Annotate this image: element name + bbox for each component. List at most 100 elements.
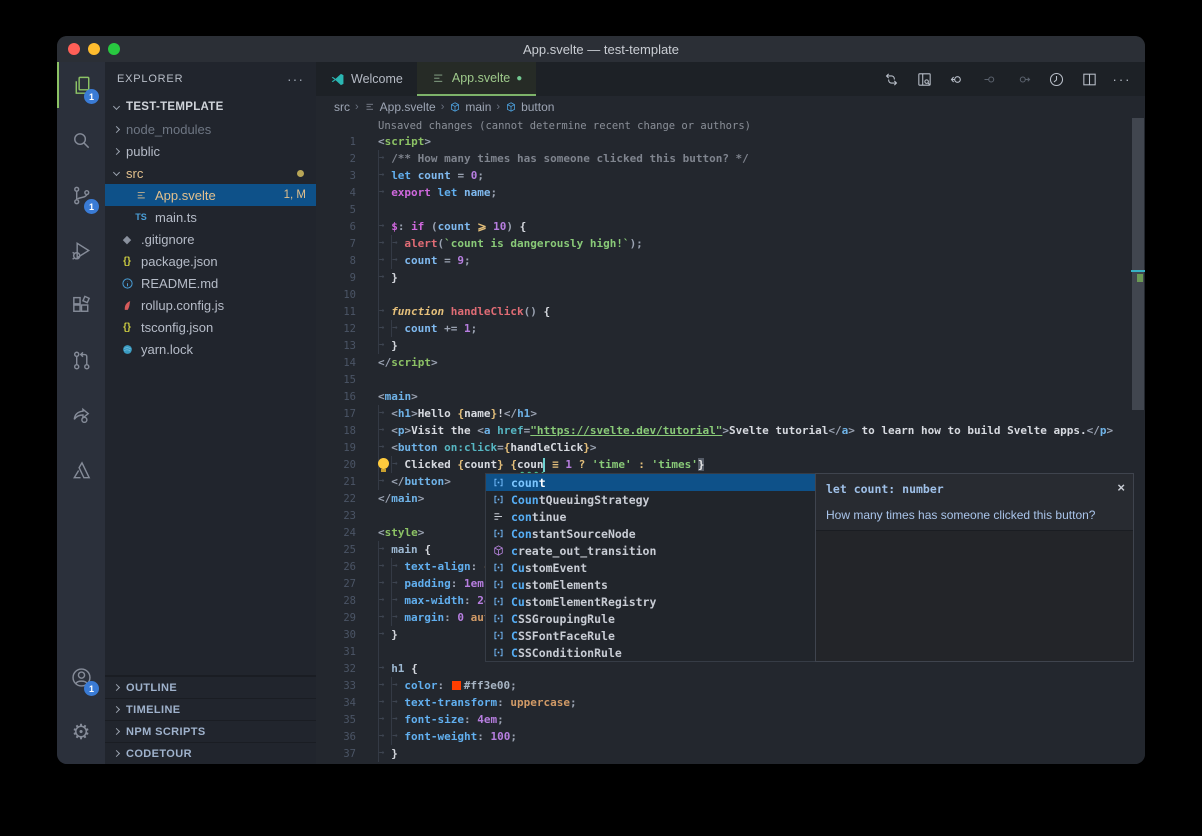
code-line-18[interactable]: 18→<p>Visit the <a href="https://svelte.… <box>316 422 1131 439</box>
suggestion-cssgroupingrule[interactable]: CSSGroupingRule <box>486 610 815 627</box>
code-editor[interactable]: Unsaved changes (cannot determine recent… <box>316 118 1145 764</box>
close-icon[interactable]: × <box>1117 480 1125 495</box>
tree-item--gitignore[interactable]: ◆.gitignore <box>105 228 316 250</box>
tree-item-rollup-config-js[interactable]: rollup.config.js <box>105 294 316 316</box>
tree-item-app-svelte[interactable]: App.svelte1, M <box>105 184 316 206</box>
tab-welcome[interactable]: Welcome <box>316 62 417 96</box>
activity-explorer-icon[interactable]: 1 <box>57 62 105 108</box>
tree-item-public[interactable]: public <box>105 140 316 162</box>
modified-dot-icon <box>297 170 304 177</box>
tree-item-tsconfig-json[interactable]: {}tsconfig.json <box>105 316 316 338</box>
previous-change-icon <box>977 66 1003 92</box>
line-number: 29 <box>316 612 356 624</box>
code-line-33[interactable]: 33→→color: #ff3e00; <box>316 677 1131 694</box>
back-circle-icon[interactable] <box>944 66 970 92</box>
info-icon <box>119 275 135 291</box>
line-number: 36 <box>316 731 356 743</box>
open-preview-icon[interactable] <box>911 66 937 92</box>
suggestion-constantsourcenode[interactable]: ConstantSourceNode <box>486 525 815 542</box>
chevron-right-icon <box>113 750 120 757</box>
tab-app-svelte[interactable]: App.svelte ● <box>417 62 536 96</box>
line-number: 3 <box>316 170 356 182</box>
tree-root-folder[interactable]: TEST-TEMPLATE <box>105 96 316 118</box>
line-number: 17 <box>316 408 356 420</box>
section-codetour[interactable]: CODETOUR <box>105 742 316 764</box>
editor-scrollbar[interactable] <box>1131 118 1145 761</box>
suggestion-label: customElements <box>511 578 608 592</box>
suggestion-customelements[interactable]: customElements <box>486 576 815 593</box>
code-line-20[interactable]: 20→→Clicked {count} {coun ≡ 1 ? 'time' :… <box>316 456 1131 473</box>
code-line-19[interactable]: 19→<button on:click={handleClick}> <box>316 439 1131 456</box>
sidebar-more-actions-icon[interactable]: ··· <box>287 71 304 87</box>
suggestion-customelementregistry[interactable]: CustomElementRegistry <box>486 593 815 610</box>
section-timeline[interactable]: TIMELINE <box>105 698 316 720</box>
activity-accounts-icon[interactable]: 1 <box>57 654 105 700</box>
suggestion-customevent[interactable]: CustomEvent <box>486 559 815 576</box>
breadcrumb-button[interactable]: button <box>505 100 554 114</box>
code-line-32[interactable]: 32→h1 { <box>316 660 1131 677</box>
section-npm-scripts[interactable]: NPM SCRIPTS <box>105 720 316 742</box>
code-line-9[interactable]: 9→} <box>316 269 1131 286</box>
breadcrumb-src[interactable]: src <box>334 100 350 114</box>
code-line-4[interactable]: 4→export let name; <box>316 184 1131 201</box>
code-line-2[interactable]: 2→/** How many times has someone clicked… <box>316 150 1131 167</box>
code-line-5[interactable]: 5 <box>316 201 1131 218</box>
code-line-34[interactable]: 34→→text-transform: uppercase; <box>316 694 1131 711</box>
code-line-35[interactable]: 35→→font-size: 4em; <box>316 711 1131 728</box>
line-number: 32 <box>316 663 356 675</box>
code-line-8[interactable]: 8→→count = 9; <box>316 252 1131 269</box>
code-line-10[interactable]: 10 <box>316 286 1131 303</box>
tree-item-node-modules[interactable]: node_modules <box>105 118 316 140</box>
activity-live-share-icon[interactable] <box>57 392 105 438</box>
suggestion-create_out_transition[interactable]: create_out_transition <box>486 542 815 559</box>
tree-item-readme-md[interactable]: README.md <box>105 272 316 294</box>
code-line-3[interactable]: 3→let count = 0; <box>316 167 1131 184</box>
section-label: TIMELINE <box>126 704 181 716</box>
code-line-7[interactable]: 7→→alert(`count is dangerously high!`); <box>316 235 1131 252</box>
activity-azure-icon[interactable] <box>57 447 105 493</box>
tree-item-src[interactable]: src <box>105 162 316 184</box>
breadcrumb-main[interactable]: main <box>449 100 491 114</box>
code-line-1[interactable]: 1<script> <box>316 133 1131 150</box>
code-line-16[interactable]: 16<main> <box>316 388 1131 405</box>
line-number: 24 <box>316 527 356 539</box>
code-line-6[interactable]: 6→$: if (count ⩾ 10) { <box>316 218 1131 235</box>
open-changes-icon[interactable] <box>878 66 904 92</box>
close-window-button[interactable] <box>68 43 80 55</box>
code-line-11[interactable]: 11→function handleClick() { <box>316 303 1131 320</box>
breadcrumb-app-svelte[interactable]: App.svelte <box>364 100 436 114</box>
tree-item-yarn-lock[interactable]: yarn.lock <box>105 338 316 360</box>
lightbulb-icon[interactable] <box>377 458 390 474</box>
code-line-12[interactable]: 12→→count += 1; <box>316 320 1131 337</box>
activity-settings-icon[interactable]: ⚙ <box>57 709 105 755</box>
zoom-window-button[interactable] <box>108 43 120 55</box>
code-line-17[interactable]: 17→<h1>Hello {name}!</h1> <box>316 405 1131 422</box>
minimize-window-button[interactable] <box>88 43 100 55</box>
breadcrumb-separator: › <box>496 101 500 113</box>
activity-search-icon[interactable] <box>57 117 105 163</box>
split-editor-icon[interactable] <box>1076 66 1102 92</box>
section-outline[interactable]: OUTLINE <box>105 676 316 698</box>
code-line-36[interactable]: 36→→font-weight: 100; <box>316 728 1131 745</box>
scrollbar-thumb[interactable] <box>1132 118 1144 410</box>
overview-cursor-mark <box>1131 270 1145 272</box>
suggestion-countqueuingstrategy[interactable]: CountQueuingStrategy <box>486 491 815 508</box>
code-line-15[interactable]: 15 <box>316 371 1131 388</box>
suggestion-continue[interactable]: continue <box>486 508 815 525</box>
symbol-module-icon <box>489 543 507 559</box>
code-line-37[interactable]: 37→} <box>316 745 1131 762</box>
timeline-history-icon[interactable] <box>1043 66 1069 92</box>
code-line-13[interactable]: 13→} <box>316 337 1131 354</box>
line-number: 7 <box>316 238 356 250</box>
activity-run-debug-icon[interactable] <box>57 227 105 273</box>
activity-source-control-icon[interactable]: 1 <box>57 172 105 218</box>
tree-item-main-ts[interactable]: TSmain.ts <box>105 206 316 228</box>
suggestion-cssfontfacerule[interactable]: CSSFontFaceRule <box>486 627 815 644</box>
activity-extensions-icon[interactable] <box>57 282 105 328</box>
suggestion-cssconditionrule[interactable]: CSSConditionRule <box>486 644 815 661</box>
code-line-14[interactable]: 14</script> <box>316 354 1131 371</box>
activity-github-pr-icon[interactable] <box>57 337 105 383</box>
tree-item-package-json[interactable]: {}package.json <box>105 250 316 272</box>
more-actions-icon[interactable]: ··· <box>1109 66 1135 92</box>
suggestion-count[interactable]: count <box>486 474 815 491</box>
